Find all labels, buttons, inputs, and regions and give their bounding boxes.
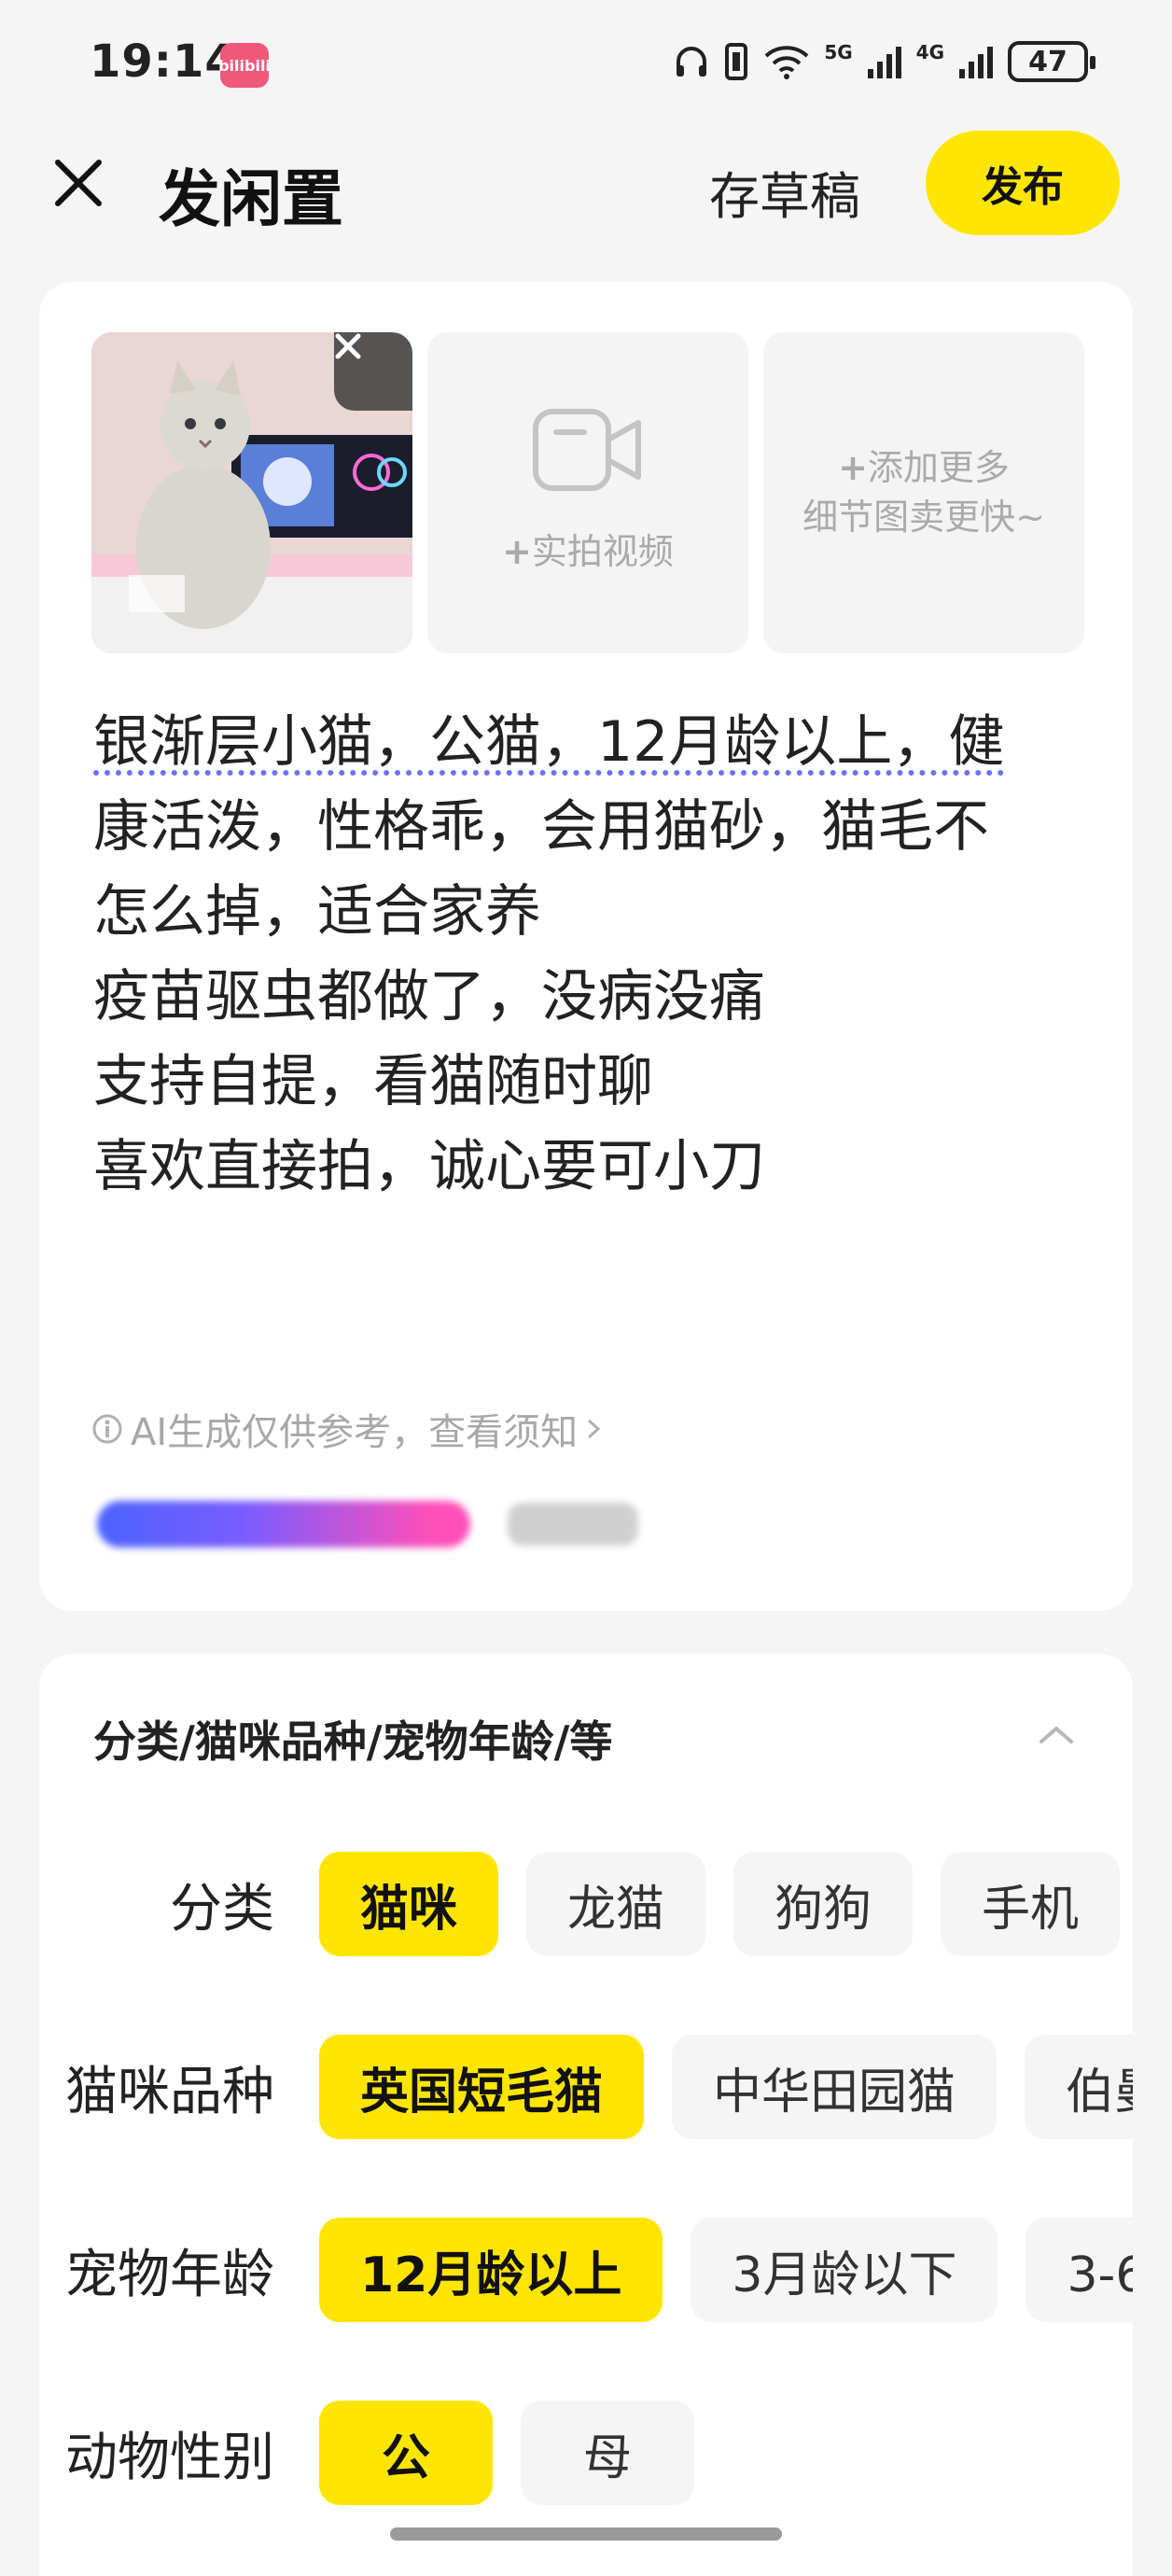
description-textarea[interactable]: 银渐层小猫，公猫，12月龄以上，健 康活泼，性格乖，会用猫砂，猫毛不 怎么掉，适… bbox=[93, 700, 1101, 1210]
bilibili-app-icon: bilibili bbox=[218, 43, 271, 88]
description-line: 康活泼，性格乖，会用猫砂，猫毛不 bbox=[93, 794, 989, 860]
info-icon bbox=[92, 1414, 122, 1444]
attribute-row-breed: 猫咪品种 英国短毛猫 中华田园猫 伯曼 bbox=[39, 2035, 1133, 2139]
add-video-label-row: +实拍视频 bbox=[502, 527, 674, 577]
page-title: 发闲置 bbox=[159, 163, 343, 235]
chip-option[interactable]: 手机 bbox=[941, 1852, 1121, 1956]
attribute-row-category: 分类 猫咪 龙猫 狗狗 手机 bbox=[39, 1852, 1133, 1956]
add-more-label-line1: 添加更多 bbox=[867, 446, 1010, 488]
chip-option[interactable]: 12月龄以上 bbox=[319, 2218, 663, 2322]
add-video-button[interactable]: +实拍视频 bbox=[427, 332, 748, 653]
media-row: +实拍视频 +添加更多 细节图卖更快~ bbox=[91, 332, 1084, 653]
battery-icon: 47 bbox=[1008, 41, 1095, 82]
close-icon bbox=[55, 160, 102, 206]
network-5g-label: 5G bbox=[824, 41, 853, 63]
attribute-label: 分类 bbox=[170, 1878, 274, 1939]
photo-thumbnail[interactable] bbox=[91, 332, 412, 653]
chip-option[interactable]: 猫咪 bbox=[319, 1852, 499, 1956]
home-indicator[interactable] bbox=[390, 2527, 782, 2541]
header: 发闲置 存草稿 发布 bbox=[0, 131, 1172, 235]
chip-option[interactable]: 3-6月龄 bbox=[1026, 2218, 1133, 2322]
redacted-tag bbox=[97, 1501, 470, 1547]
attribute-options: 公 母 bbox=[319, 2401, 1133, 2505]
add-more-label-line2: 细节图卖更快~ bbox=[802, 497, 1045, 538]
redacted-tag bbox=[508, 1503, 638, 1546]
attribute-options: 猫咪 龙猫 狗狗 手机 bbox=[319, 1852, 1133, 1956]
attribute-options: 英国短毛猫 中华田园猫 伯曼 bbox=[319, 2035, 1133, 2139]
close-icon bbox=[335, 333, 361, 359]
chip-option[interactable]: 公 bbox=[319, 2401, 493, 2505]
description-line: 支持自提，看猫随时聊 bbox=[93, 1049, 653, 1114]
add-video-label: 实拍视频 bbox=[531, 531, 674, 573]
description-line: 喜欢直接拍，诚心要可小刀 bbox=[93, 1134, 765, 1199]
attribute-label: 宠物年龄 bbox=[65, 2244, 274, 2305]
chip-option[interactable]: 龙猫 bbox=[526, 1852, 706, 1956]
attributes-card: 分类/猫咪品种/宠物年龄/等 分类 猫咪 龙猫 狗狗 手机 猫咪品种 英国短毛猫… bbox=[39, 1654, 1133, 2576]
description-line: 银渐层小猫，公猫，12月龄以上，健 bbox=[93, 709, 1005, 775]
add-more-photos-button[interactable]: +添加更多 细节图卖更快~ bbox=[763, 332, 1084, 653]
chip-option[interactable]: 母 bbox=[521, 2401, 694, 2505]
vibrate-icon bbox=[723, 41, 749, 82]
attribute-options: 12月龄以上 3月龄以下 3-6月龄 bbox=[319, 2218, 1133, 2322]
description-line: 疫苗驱虫都做了，没病没痛 bbox=[93, 964, 765, 1029]
status-bar: 19:14 bilibili 5G 4G 47 bbox=[0, 0, 1172, 131]
headphones-icon bbox=[673, 43, 710, 80]
remove-photo-button[interactable] bbox=[334, 332, 412, 411]
attribute-label: 动物性别 bbox=[65, 2427, 274, 2488]
chip-option[interactable]: 3月龄以下 bbox=[691, 2218, 998, 2322]
video-camera-icon bbox=[533, 409, 641, 492]
status-time: 19:14 bbox=[90, 35, 237, 88]
signal-5g-icon bbox=[866, 43, 903, 80]
add-more-label-row: +添加更多 bbox=[838, 443, 1010, 493]
attribute-row-gender: 动物性别 公 母 bbox=[39, 2401, 1133, 2505]
chevron-up-icon bbox=[1039, 1726, 1073, 1743]
wifi-icon bbox=[762, 43, 811, 80]
listing-editor-card: +实拍视频 +添加更多 细节图卖更快~ 银渐层小猫，公猫，12月龄以上，健 康活… bbox=[39, 282, 1133, 1611]
close-button[interactable] bbox=[49, 153, 108, 213]
attribute-row-age: 宠物年龄 12月龄以上 3月龄以下 3-6月龄 bbox=[39, 2218, 1133, 2322]
chip-option[interactable]: 中华田园猫 bbox=[672, 2035, 998, 2139]
publish-button[interactable]: 发布 bbox=[926, 131, 1120, 235]
ai-notice-text: AI生成仅供参考，查看须知 bbox=[131, 1411, 579, 1454]
chip-option[interactable]: 伯曼 bbox=[1025, 2035, 1133, 2139]
ai-notice-link[interactable]: AI生成仅供参考，查看须知 bbox=[91, 1402, 602, 1456]
plus-icon: + bbox=[502, 531, 532, 573]
plus-icon: + bbox=[838, 446, 868, 488]
chevron-right-icon bbox=[588, 1419, 601, 1439]
save-draft-button[interactable]: 存草稿 bbox=[709, 155, 860, 229]
collapse-button[interactable] bbox=[1034, 1712, 1079, 1757]
signal-4g-icon bbox=[957, 43, 995, 80]
status-icons: 5G 4G 47 bbox=[673, 41, 1095, 82]
redacted-tags bbox=[97, 1495, 648, 1551]
attribute-label: 猫咪品种 bbox=[65, 2061, 274, 2122]
description-line: 怎么掉，适合家养 bbox=[93, 879, 541, 945]
attributes-section-title: 分类/猫咪品种/宠物年龄/等 bbox=[93, 1716, 613, 1767]
network-4g-label: 4G bbox=[915, 41, 944, 63]
chip-option[interactable]: 英国短毛猫 bbox=[319, 2035, 645, 2139]
chip-option[interactable]: 狗狗 bbox=[733, 1852, 914, 1956]
